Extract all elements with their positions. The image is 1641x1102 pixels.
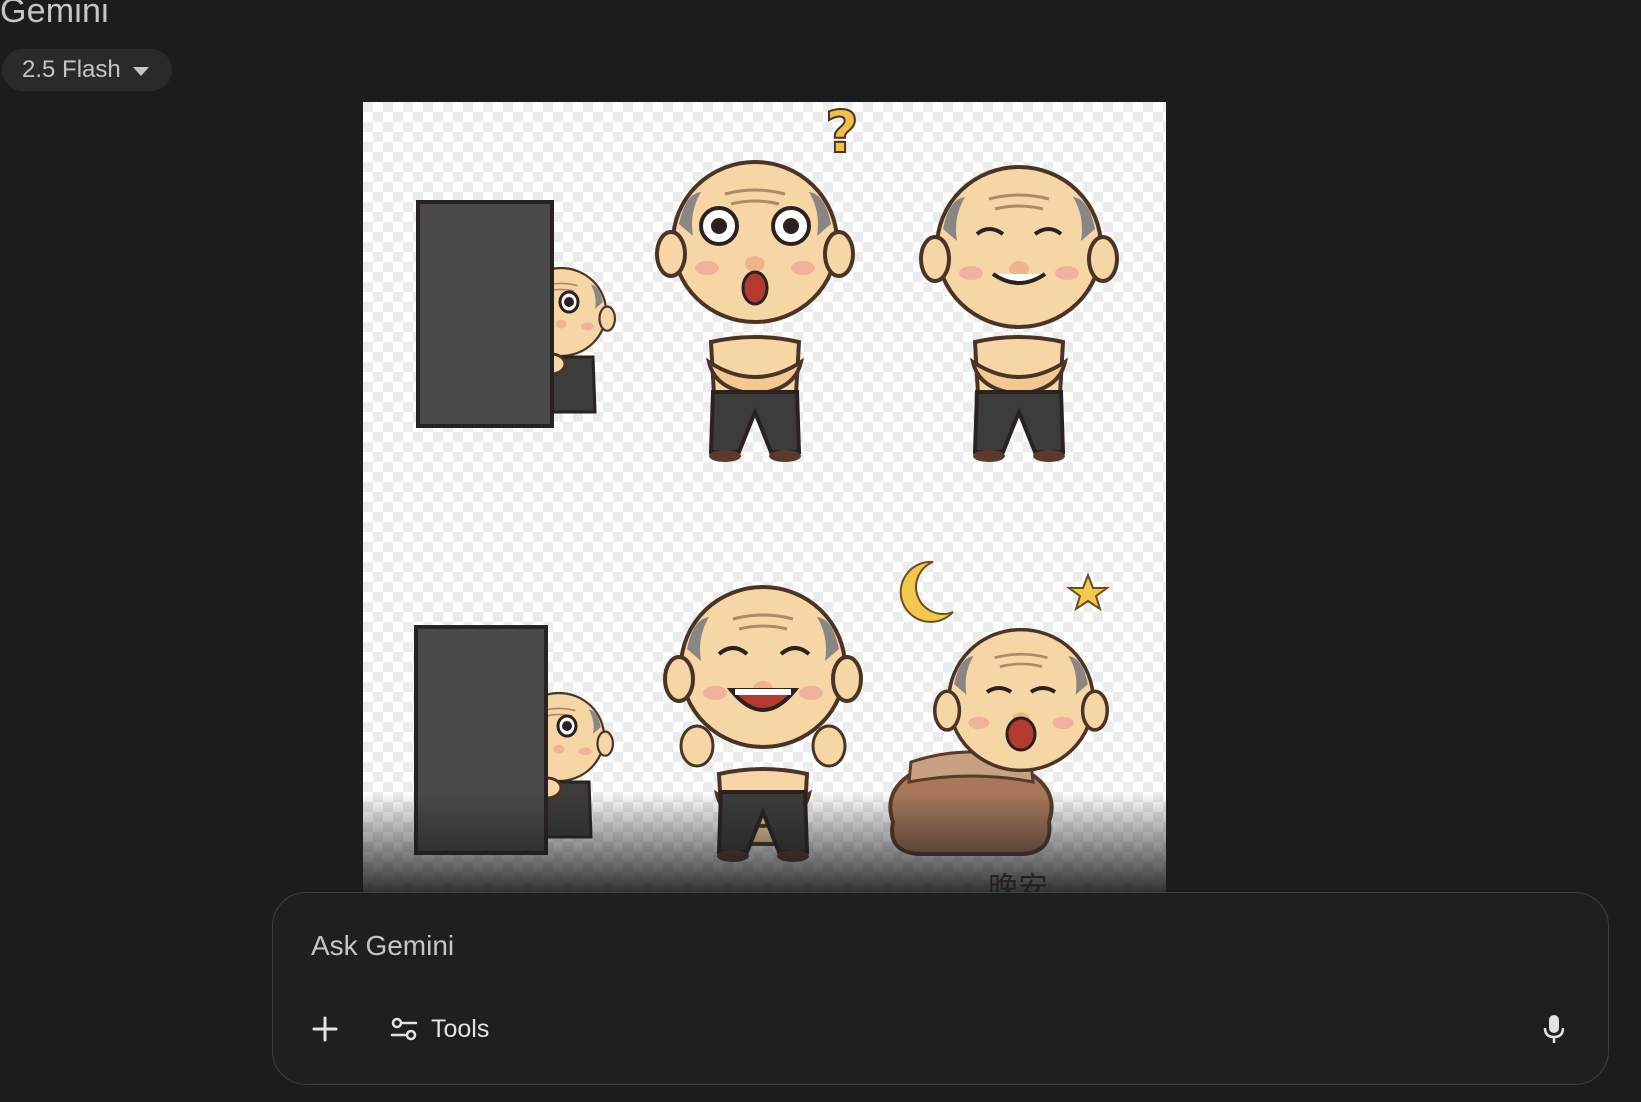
- app-title: Gemini: [0, 0, 109, 30]
- caret-down-icon: [132, 66, 149, 76]
- ask-input[interactable]: [309, 929, 1513, 963]
- tools-button[interactable]: Tools: [389, 1005, 489, 1053]
- model-selector[interactable]: 2.5 Flash: [2, 49, 172, 91]
- model-label: 2.5 Flash: [22, 56, 121, 83]
- add-attachment-button[interactable]: [303, 1007, 347, 1051]
- prompt-composer: Tools: [272, 892, 1609, 1085]
- tune-icon: [390, 1017, 418, 1041]
- plus-icon: [312, 1016, 338, 1042]
- microphone-icon: [1543, 1015, 1565, 1043]
- microphone-button[interactable]: [1530, 1005, 1578, 1053]
- tools-label: Tools: [431, 1014, 490, 1043]
- attached-sticker-image[interactable]: ?: [363, 102, 1166, 892]
- svg-text:?: ?: [825, 102, 859, 166]
